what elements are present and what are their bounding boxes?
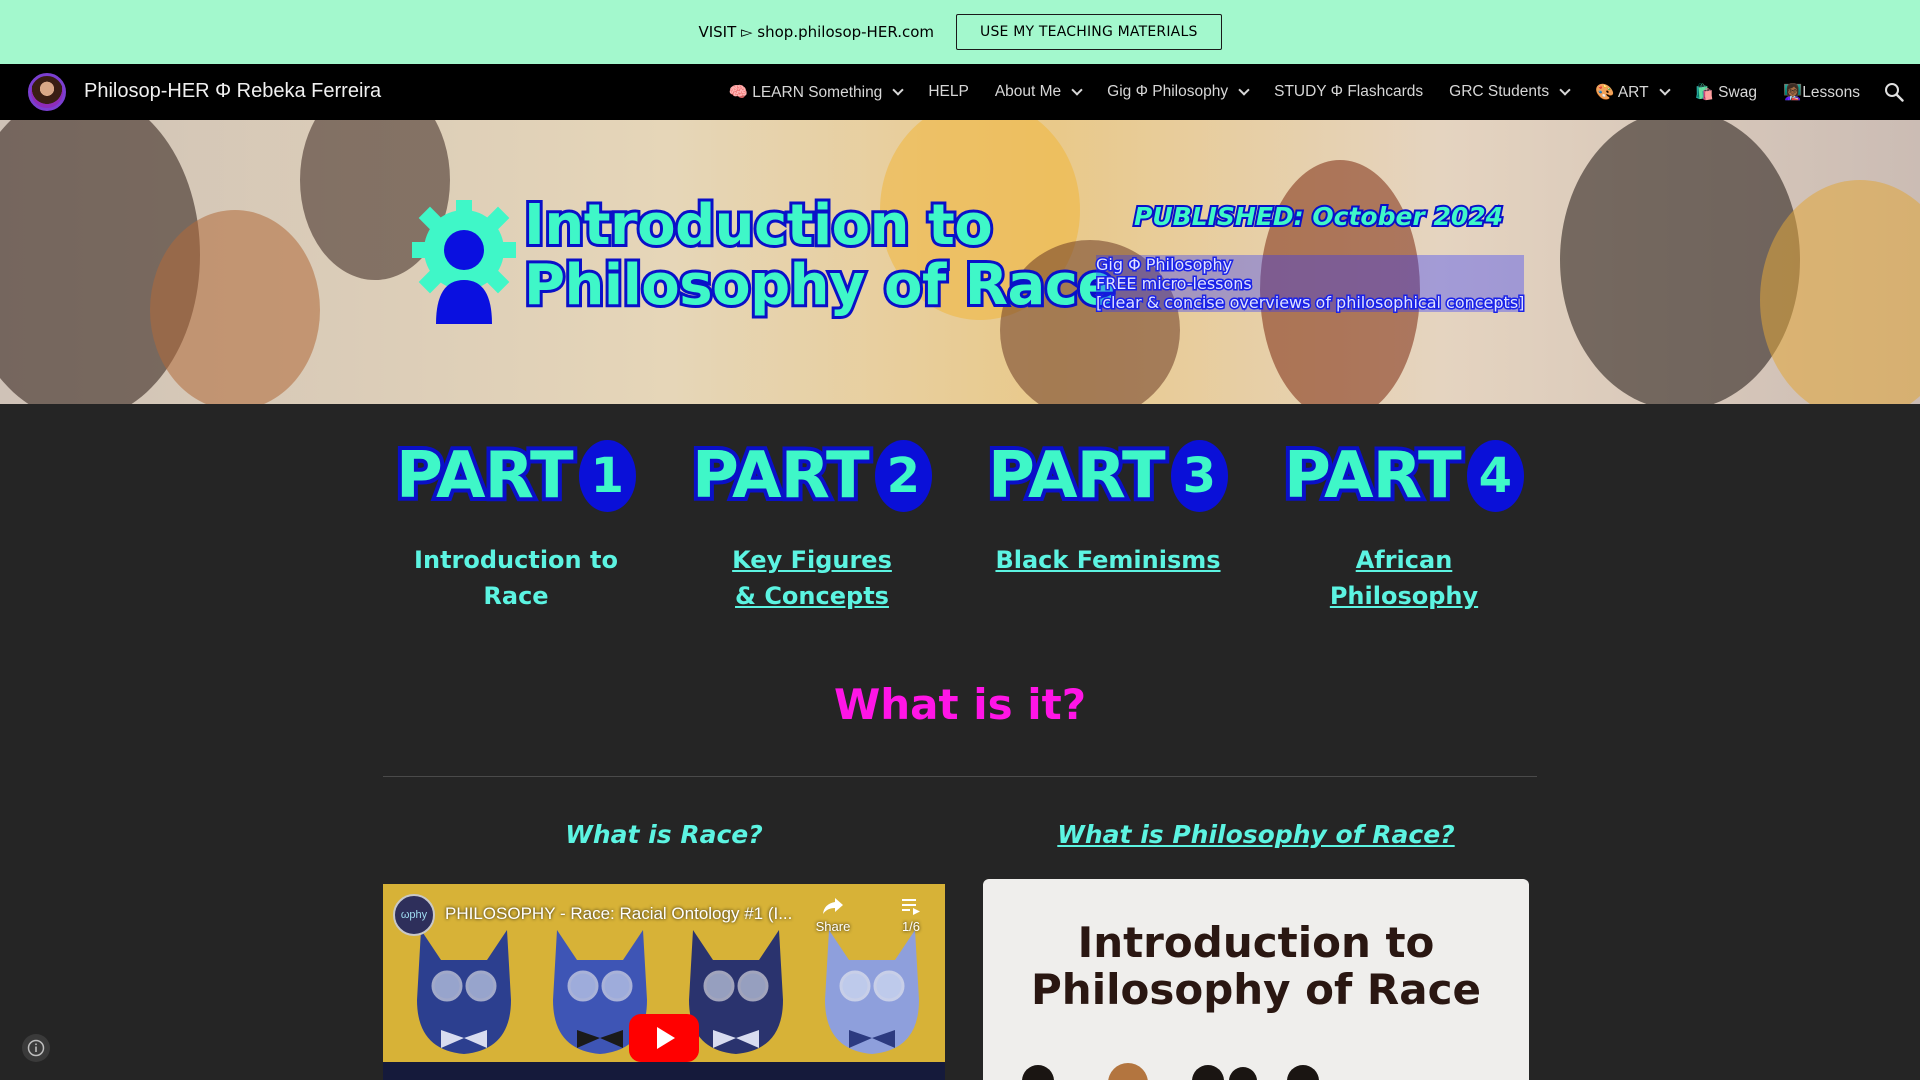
part-link[interactable]: Black Feminisms	[988, 542, 1228, 578]
playlist-icon	[902, 899, 920, 915]
part-badge: PART 2	[688, 436, 932, 516]
hero-background-illustration	[150, 210, 320, 404]
section-divider	[383, 776, 1537, 777]
slides-embed[interactable]: Introduction to Philosophy of Race	[983, 879, 1529, 1080]
video-channel-avatar[interactable]: ωphy	[393, 894, 435, 936]
part-4-card: PART 4 African Philosophy	[1280, 436, 1524, 614]
nav-item-help[interactable]: HELP	[928, 83, 969, 101]
announcement-banner: VISIT ▻ shop.philosop-HER.com USE MY TEA…	[0, 0, 1920, 64]
nav-item-lessons[interactable]: 👩🏾‍🏫Lessons	[1783, 83, 1860, 102]
section-heading: What is it?	[833, 680, 1087, 729]
play-button-icon[interactable]	[629, 1014, 699, 1062]
slide-title-line: Philosophy of Race	[1031, 965, 1481, 1014]
chevron-down-icon[interactable]	[1071, 84, 1083, 96]
chevron-down-icon[interactable]	[892, 84, 904, 96]
part-label: Introduction to Race	[414, 546, 618, 610]
info-icon[interactable]	[22, 1034, 50, 1062]
hero-subtitle-line: FREE micro-lessons	[1094, 273, 1253, 295]
nav-item-label: 🎨 ART	[1595, 83, 1649, 101]
nav-item-art[interactable]: 🎨 ART	[1595, 83, 1671, 102]
search-icon[interactable]	[1884, 82, 1904, 102]
chevron-down-icon[interactable]	[1559, 84, 1571, 96]
right-column-heading-link[interactable]: What is Philosophy of Race?	[983, 820, 1529, 849]
share-label: Share	[815, 919, 851, 934]
nav-menu: 🧠 LEARN Something HELP About Me Gig Φ Ph…	[729, 64, 1860, 120]
chevron-down-icon[interactable]	[1238, 84, 1250, 96]
hero-title-line: Philosophy of Race	[521, 253, 1118, 319]
hero-title-line: Introduction to	[521, 193, 996, 259]
part-link[interactable]: African Philosophy	[1284, 542, 1524, 614]
part-number: 3	[1170, 440, 1228, 512]
nav-item-label: Gig Φ Philosophy	[1107, 83, 1229, 100]
chevron-down-icon[interactable]	[1658, 84, 1671, 96]
playlist-count: 1/6	[901, 919, 921, 934]
video-bottom-band	[383, 1062, 945, 1080]
cat-illustration	[417, 930, 511, 1054]
nav-item-label: 🛍️ Swag	[1694, 83, 1757, 101]
site-logo-avatar[interactable]	[28, 73, 66, 111]
part-number: 2	[874, 440, 932, 512]
part-word: PART	[984, 436, 1170, 516]
nav-item-swag[interactable]: 🛍️ Swag	[1695, 83, 1757, 102]
left-column-heading: What is Race?	[565, 820, 763, 849]
gear-person-icon	[412, 200, 516, 324]
hero-subtitle: Gig Φ Philosophy FREE micro-lessons [cle…	[1094, 254, 1525, 314]
part-1-card: PART 1 Introduction to Race	[392, 436, 636, 614]
nav-item-flashcards[interactable]: STUDY Φ Flashcards	[1274, 83, 1423, 101]
part-number: 1	[578, 440, 636, 512]
nav-item-label: GRC Students	[1449, 83, 1550, 100]
part-word: PART	[392, 436, 578, 516]
part-word: PART	[688, 436, 874, 516]
slide-title: Introduction to Philosophy of Race	[983, 919, 1529, 1013]
nav-item-label: HELP	[928, 83, 969, 100]
part-2-card: PART 2 Key Figures & Concepts	[688, 436, 932, 614]
nav-item-label: 🧠 LEARN Something	[728, 83, 883, 101]
part-word: PART	[1280, 436, 1466, 516]
video-playlist-button[interactable]: 1/6	[891, 896, 931, 934]
part-badge: PART 4	[1280, 436, 1524, 516]
youtube-video-embed[interactable]: ωphy PHILOSOPHY - Race: Racial Ontology …	[383, 884, 945, 1080]
nav-item-learn[interactable]: 🧠 LEARN Something	[728, 83, 904, 102]
site-title[interactable]: Philosop-HER Φ Rebeka Ferreira	[84, 80, 381, 103]
video-title[interactable]: PHILOSOPHY - Race: Racial Ontology #1 (I…	[445, 904, 792, 924]
slide-title-line: Introduction to	[1077, 918, 1435, 967]
nav-item-about[interactable]: About Me	[994, 83, 1083, 101]
hero-subtitle-line: Gig Φ Philosophy	[1094, 254, 1233, 276]
part-badge: PART 1	[392, 436, 636, 516]
slide-illustration	[1022, 1063, 1319, 1080]
part-link[interactable]: Key Figures & Concepts	[692, 542, 932, 614]
video-share-button[interactable]: Share	[811, 896, 855, 934]
published-date: PUBLISHED: October 2024	[1132, 200, 1505, 233]
hero-title: Introduction to Philosophy of Race	[521, 193, 1118, 319]
cat-illustration	[825, 930, 919, 1054]
nav-item-gig-philosophy[interactable]: Gig Φ Philosophy	[1107, 83, 1250, 101]
hero-banner: Introduction to Philosophy of Race PUBLI…	[0, 120, 1920, 404]
teaching-materials-button[interactable]: USE MY TEACHING MATERIALS	[956, 14, 1222, 50]
part-3-card: PART 3 Black Feminisms	[984, 436, 1228, 578]
nav-item-grc-students[interactable]: GRC Students	[1449, 83, 1571, 101]
site-navbar: Philosop-HER Φ Rebeka Ferreira 🧠 LEARN S…	[0, 64, 1920, 120]
share-arrow-icon	[823, 898, 843, 914]
hero-subtitle-line: [clear & concise overviews of philosophi…	[1094, 292, 1525, 314]
nav-item-label: 👩🏾‍🏫Lessons	[1782, 83, 1860, 101]
nav-item-label: STUDY Φ Flashcards	[1274, 83, 1424, 100]
part-badge: PART 3	[984, 436, 1228, 516]
shop-link-text[interactable]: VISIT ▻ shop.philosop-HER.com	[698, 23, 934, 41]
part-number: 4	[1466, 440, 1524, 512]
nav-item-label: About Me	[994, 83, 1062, 100]
